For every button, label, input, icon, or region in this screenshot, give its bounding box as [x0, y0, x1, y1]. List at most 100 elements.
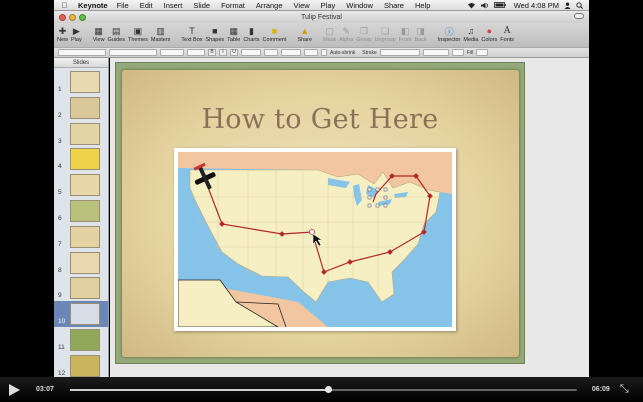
fullscreen-icon[interactable]: ⤡: [620, 383, 629, 396]
menu-play[interactable]: Play: [321, 1, 336, 10]
slide-thumbnail-8[interactable]: 8: [54, 250, 108, 276]
map-image[interactable]: [174, 148, 456, 331]
slide-thumbnail-2[interactable]: 2: [54, 95, 108, 121]
menu-share[interactable]: Share: [384, 1, 404, 10]
alignment-buttons[interactable]: [241, 49, 261, 56]
masters-button[interactable]: ▥ Masters: [151, 23, 171, 44]
slide-navigator: Slides 1 2 3 4 5 6 7 8 9 10 11 12: [54, 58, 109, 377]
comment-label: Comment: [262, 37, 287, 43]
front-button[interactable]: ◧ Front: [399, 23, 412, 44]
ungroup-button[interactable]: ❏ Ungroup: [375, 23, 396, 44]
play-icon[interactable]: [9, 383, 20, 396]
view-button[interactable]: ▦ View: [93, 23, 105, 44]
font-size-select[interactable]: [187, 49, 205, 56]
slide-thumbnail-image: [70, 303, 100, 326]
back-button[interactable]: ◨ Back: [415, 23, 427, 44]
alpha-label: Alpha: [339, 37, 354, 43]
inspector-button[interactable]: ⓘ Inspector: [437, 23, 461, 44]
scrubber-knob[interactable]: [325, 385, 333, 393]
italic-button[interactable]: I: [219, 49, 227, 56]
table-button[interactable]: ▦ Table: [227, 23, 240, 44]
current-slide[interactable]: How to Get Here: [115, 62, 525, 364]
menu-app-name[interactable]: Keynote: [78, 1, 108, 10]
text-box-button[interactable]: T Text Box: [181, 23, 202, 43]
comment-button[interactable]: ■ Comment: [263, 23, 287, 43]
share-button[interactable]: ▲ Share: [297, 23, 312, 43]
volume-icon[interactable]: [480, 2, 489, 9]
slide-thumbnail-9[interactable]: 9: [54, 275, 108, 301]
media-icon: ♫: [467, 26, 475, 36]
slide-thumbnail-image: [70, 200, 100, 222]
media-button[interactable]: ♫ Media: [463, 23, 478, 43]
front-icon: ◧: [400, 25, 410, 36]
play-button[interactable]: ▶ Play: [71, 23, 82, 44]
slide-thumbnail-5[interactable]: 5: [54, 172, 108, 198]
group-label: Group: [356, 37, 372, 43]
guides-button[interactable]: ▤ Guides: [108, 23, 125, 44]
menu-slide[interactable]: Slide: [193, 1, 210, 10]
slide-canvas[interactable]: How to Get Here: [110, 58, 589, 377]
columns-select[interactable]: [304, 49, 318, 56]
spotlight-icon[interactable]: [576, 1, 583, 9]
stroke-color-well[interactable]: [451, 49, 464, 56]
apple-icon[interactable]: : [59, 1, 70, 10]
menu-arrange[interactable]: Arrange: [256, 1, 283, 10]
menu-file[interactable]: File: [117, 1, 129, 10]
line-spacing-select[interactable]: [281, 49, 301, 56]
slide-thumbnail-11[interactable]: 11: [54, 327, 108, 353]
slide-thumbnail-image: [70, 354, 100, 377]
group-button[interactable]: ❐ Group: [356, 23, 372, 44]
toolbar-toggle-button[interactable]: [574, 13, 584, 19]
slide-thumbnail-image: [70, 329, 100, 351]
font-weight-select[interactable]: [160, 49, 184, 56]
slide-number: 3: [58, 137, 62, 145]
slide-thumbnail-12[interactable]: 12: [54, 353, 108, 379]
menu-window[interactable]: Window: [346, 1, 373, 10]
slide-thumbnail-6[interactable]: 6: [54, 198, 108, 224]
menu-help[interactable]: Help: [415, 1, 430, 10]
video-controls: 03:07 06:09 ⤡: [0, 377, 643, 402]
colors-button[interactable]: ● Colors: [481, 23, 497, 43]
slide-thumbnail-image: [70, 251, 100, 274]
new-button[interactable]: ✚ New: [57, 23, 68, 44]
slide-number: 7: [58, 240, 62, 248]
wifi-icon[interactable]: [467, 2, 476, 9]
fill-color-well[interactable]: [476, 49, 489, 56]
auto-shrink-checkbox[interactable]: [321, 49, 327, 56]
slide-thumbnail-1[interactable]: 1: [54, 69, 108, 95]
fonts-button[interactable]: A Fonts: [500, 23, 514, 43]
themes-button[interactable]: ▣ Themes: [128, 23, 148, 44]
menu-clock[interactable]: Wed 4:08 PM: [514, 1, 559, 10]
menu-view[interactable]: View: [294, 1, 310, 10]
font-family-select[interactable]: [109, 49, 157, 56]
inspector-label: Inspector: [437, 37, 461, 43]
slide-title[interactable]: How to Get Here: [116, 104, 524, 135]
battery-icon[interactable]: [493, 2, 506, 8]
slide-thumbnail-7[interactable]: 7: [54, 224, 108, 250]
charts-button[interactable]: ▮ Charts: [243, 23, 259, 44]
slide-thumbnail-3[interactable]: 3: [54, 121, 108, 147]
masters-icon: ▥: [156, 25, 165, 36]
menu-insert[interactable]: Insert: [164, 1, 183, 10]
menu-edit[interactable]: Edit: [140, 1, 153, 10]
scrubber-track[interactable]: [69, 385, 577, 393]
slide-number: 10: [58, 318, 66, 326]
slide-number: 9: [58, 292, 62, 300]
user-icon[interactable]: [564, 2, 571, 9]
alpha-button[interactable]: ✎ Alpha: [339, 23, 354, 44]
media-label: Media: [463, 37, 479, 43]
slide-number: 2: [58, 111, 62, 119]
menu-format[interactable]: Format: [221, 1, 245, 10]
underline-button[interactable]: U: [230, 49, 238, 56]
slide-thumbnail-10[interactable]: 10: [54, 301, 108, 328]
mask-button[interactable]: ▢ Mask: [323, 23, 336, 44]
bold-button[interactable]: B: [208, 49, 216, 56]
slide-number: 8: [58, 266, 62, 274]
stroke-width-select[interactable]: [422, 49, 449, 56]
vertical-alignment-buttons[interactable]: [264, 49, 278, 56]
slide-thumbnail-4[interactable]: 4: [54, 146, 108, 172]
style-select[interactable]: [58, 49, 106, 56]
stroke-style-select[interactable]: [379, 49, 420, 56]
play-label: Play: [71, 37, 82, 43]
shapes-button[interactable]: ■ Shapes: [206, 23, 225, 43]
